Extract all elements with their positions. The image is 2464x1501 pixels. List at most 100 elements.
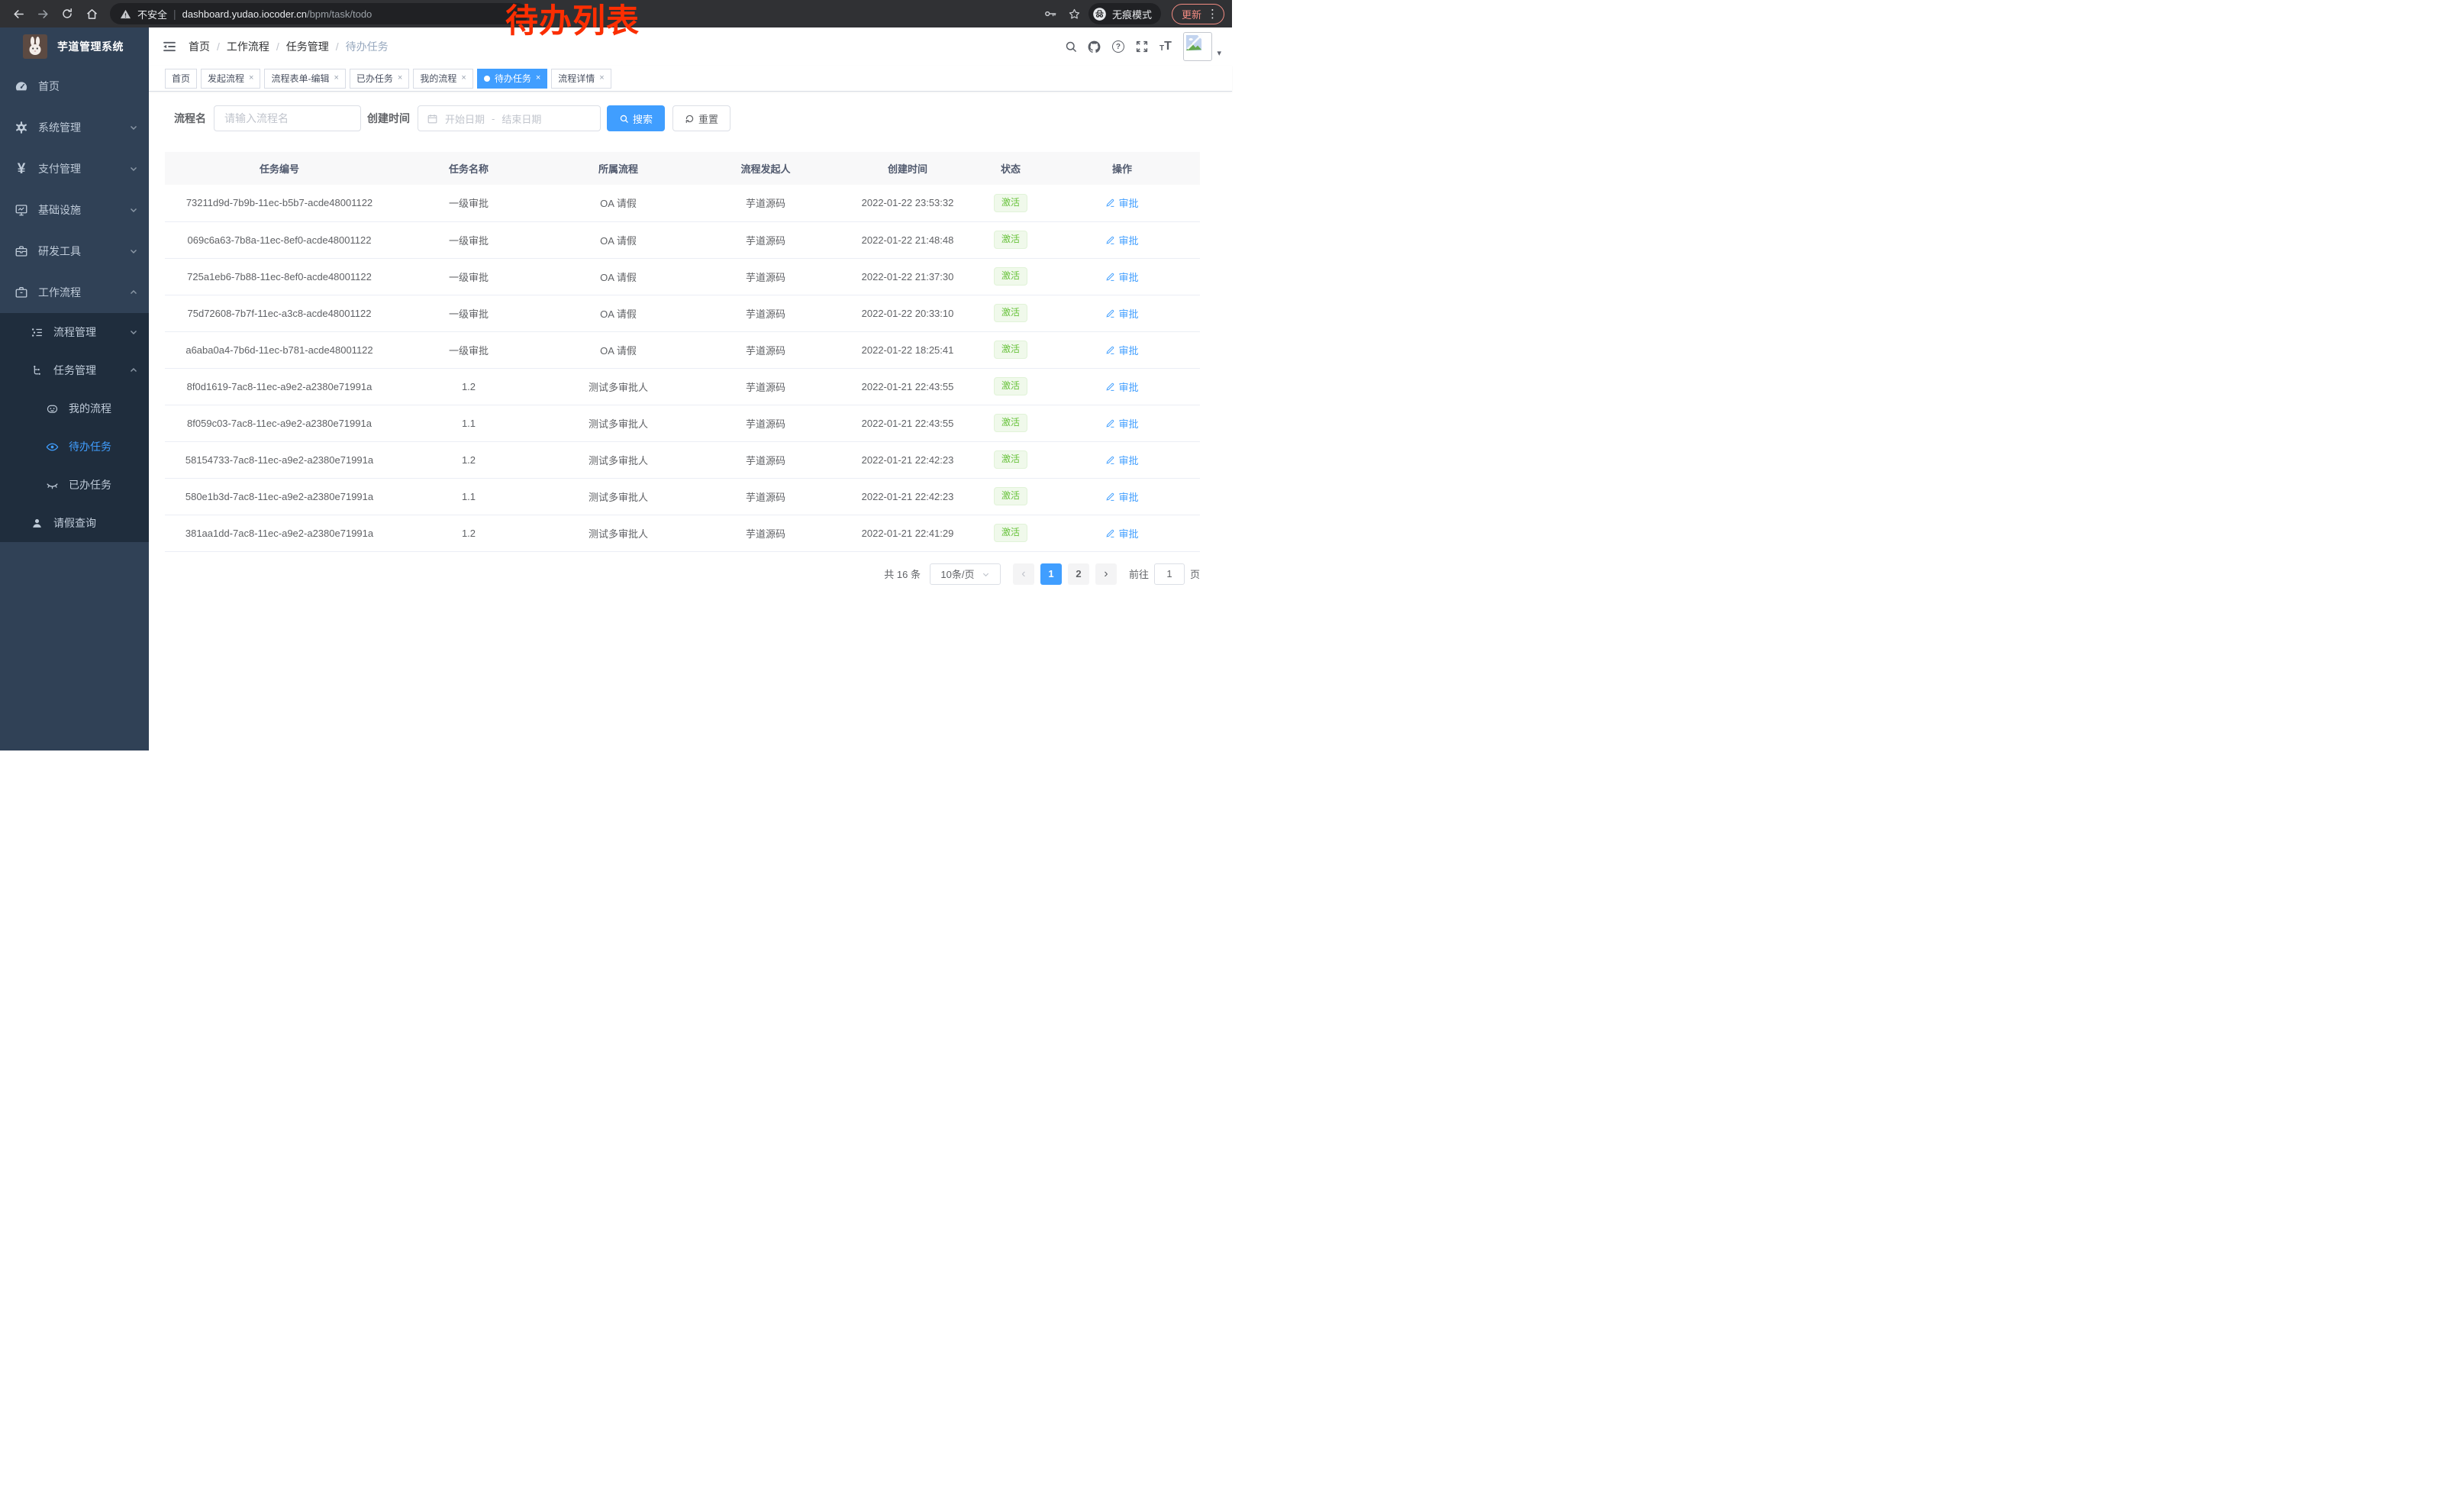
home-icon[interactable] bbox=[81, 4, 102, 24]
close-icon[interactable]: × bbox=[249, 74, 253, 82]
url-text[interactable]: dashboard.yudao.iocoder.cn/bpm/task/todo bbox=[182, 8, 373, 20]
chevron-down-icon bbox=[129, 123, 138, 132]
close-icon[interactable]: × bbox=[398, 74, 402, 82]
tab-todo-tasks[interactable]: 待办任务× bbox=[477, 69, 547, 89]
goto-page-input[interactable] bbox=[1154, 563, 1185, 585]
close-icon[interactable]: × bbox=[599, 74, 604, 82]
chevron-up-icon bbox=[129, 288, 138, 297]
breadcrumb-home[interactable]: 首页 bbox=[189, 39, 210, 54]
chevron-down-icon bbox=[982, 570, 990, 579]
page-2-button[interactable]: 2 bbox=[1068, 563, 1089, 585]
key-icon[interactable] bbox=[1040, 4, 1061, 24]
sidebar-item-label: 基础设施 bbox=[38, 202, 129, 218]
forward-icon[interactable] bbox=[32, 4, 53, 24]
sidebar-item-process-mgmt[interactable]: 流程管理 bbox=[0, 313, 149, 351]
start-date-placeholder: 开始日期 bbox=[445, 111, 485, 126]
table-row: 069c6a63-7b8a-11ec-8ef0-acde48001122一级审批… bbox=[165, 221, 1200, 258]
page-1-button[interactable]: 1 bbox=[1040, 563, 1062, 585]
update-button[interactable]: 更新 ⋮ bbox=[1172, 4, 1224, 24]
security-label[interactable]: 不安全 bbox=[137, 7, 167, 21]
sidebar-item-task-mgmt[interactable]: 任务管理 bbox=[0, 351, 149, 389]
table-row: 58154733-7ac8-11ec-a9e2-a2380e71991a1.2测… bbox=[165, 441, 1200, 478]
edit-icon bbox=[1105, 528, 1115, 538]
github-icon[interactable] bbox=[1082, 35, 1106, 59]
help-icon[interactable]: ? bbox=[1106, 35, 1130, 59]
approve-link[interactable]: 审批 bbox=[1105, 379, 1138, 394]
address-bar[interactable]: 不安全 | dashboard.yudao.iocoder.cn/bpm/tas… bbox=[110, 3, 528, 24]
date-range-picker[interactable]: 开始日期 - 结束日期 bbox=[418, 105, 601, 131]
app-shell: 芋道管理系统 首页 系统管理 ¥ 支付管理 基础设施 bbox=[0, 27, 1232, 750]
sidebar-item-leave-query[interactable]: 请假查询 bbox=[0, 504, 149, 542]
status-badge: 激活 bbox=[994, 231, 1027, 249]
tab-home[interactable]: 首页 bbox=[165, 69, 197, 89]
process-name-input[interactable] bbox=[214, 105, 361, 131]
table-row: a6aba0a4-7b6d-11ec-b781-acde48001122一级审批… bbox=[165, 331, 1200, 368]
page-unit-label: 页 bbox=[1190, 567, 1200, 581]
chevron-up-icon bbox=[129, 366, 138, 375]
approve-link[interactable]: 审批 bbox=[1105, 526, 1138, 541]
sidebar: 芋道管理系统 首页 系统管理 ¥ 支付管理 基础设施 bbox=[0, 27, 149, 750]
monitor-icon bbox=[12, 203, 31, 217]
avatar-caret-icon[interactable]: ▾ bbox=[1217, 48, 1221, 58]
next-page-button[interactable]: › bbox=[1095, 563, 1117, 585]
range-separator: - bbox=[492, 113, 495, 124]
close-icon[interactable]: × bbox=[334, 74, 338, 82]
approve-link[interactable]: 审批 bbox=[1105, 489, 1138, 504]
navbar-actions: ? TT ▾ bbox=[1059, 32, 1221, 61]
tab-my-process[interactable]: 我的流程× bbox=[413, 69, 472, 89]
col-create-time: 创建时间 bbox=[838, 152, 977, 185]
approve-link[interactable]: 审批 bbox=[1105, 453, 1138, 467]
url-domain: dashboard.yudao.iocoder.cn bbox=[182, 8, 307, 20]
bookmark-star-icon[interactable] bbox=[1064, 4, 1085, 24]
search-button[interactable]: 搜索 bbox=[607, 105, 665, 131]
sidebar-item-my-process[interactable]: 我的流程 bbox=[0, 389, 149, 428]
sidebar-item-workflow[interactable]: 工作流程 bbox=[0, 272, 149, 313]
search-icon[interactable] bbox=[1059, 35, 1082, 59]
logo-row[interactable]: 芋道管理系统 bbox=[0, 27, 149, 66]
font-size-icon[interactable]: TT bbox=[1153, 35, 1177, 59]
close-icon[interactable]: × bbox=[536, 74, 540, 82]
breadcrumb-task-mgmt[interactable]: 任务管理 bbox=[286, 39, 329, 54]
approve-link[interactable]: 审批 bbox=[1105, 343, 1138, 357]
reload-icon[interactable] bbox=[56, 4, 78, 24]
sidebar-item-todo-tasks[interactable]: 待办任务 bbox=[0, 428, 149, 466]
status-badge: 激活 bbox=[994, 304, 1027, 322]
calendar-icon bbox=[427, 113, 438, 124]
avatar[interactable] bbox=[1183, 32, 1212, 61]
prev-page-button[interactable]: ‹ bbox=[1013, 563, 1034, 585]
tab-start-process[interactable]: 发起流程× bbox=[201, 69, 260, 89]
fullscreen-icon[interactable] bbox=[1130, 35, 1153, 59]
hamburger-icon[interactable] bbox=[156, 34, 182, 60]
table-row: 73211d9d-7b9b-11ec-b5b7-acde48001122一级审批… bbox=[165, 185, 1200, 221]
status-badge: 激活 bbox=[994, 267, 1027, 286]
yen-icon: ¥ bbox=[12, 162, 31, 176]
col-task-name: 任务名称 bbox=[394, 152, 543, 185]
approve-link[interactable]: 审批 bbox=[1105, 233, 1138, 247]
page-size-select[interactable]: 10条/页 bbox=[930, 563, 1001, 585]
browser-menu-icon[interactable]: ⋮ bbox=[1207, 8, 1218, 20]
sidebar-item-devtools[interactable]: 研发工具 bbox=[0, 231, 149, 272]
security-warning-icon[interactable] bbox=[120, 8, 131, 20]
table-row: 381aa1dd-7ac8-11ec-a9e2-a2380e71991a1.2测… bbox=[165, 515, 1200, 551]
sidebar-item-home[interactable]: 首页 bbox=[0, 66, 149, 107]
reset-button[interactable]: 重置 bbox=[672, 105, 730, 131]
tab-done-tasks[interactable]: 已办任务× bbox=[350, 69, 409, 89]
approve-link[interactable]: 审批 bbox=[1105, 270, 1138, 284]
sidebar-item-payment[interactable]: ¥ 支付管理 bbox=[0, 148, 149, 189]
breadcrumb-workflow[interactable]: 工作流程 bbox=[227, 39, 269, 54]
approve-link[interactable]: 审批 bbox=[1105, 306, 1138, 321]
close-icon[interactable]: × bbox=[461, 74, 466, 82]
sidebar-item-done-tasks[interactable]: 已办任务 bbox=[0, 466, 149, 504]
approve-link[interactable]: 审批 bbox=[1105, 416, 1138, 431]
sidebar-item-system[interactable]: 系统管理 bbox=[0, 107, 149, 148]
tab-process-detail[interactable]: 流程详情× bbox=[551, 69, 611, 89]
dashboard-icon bbox=[12, 79, 31, 93]
sidebar-item-label: 支付管理 bbox=[38, 161, 129, 176]
chevron-down-icon bbox=[129, 205, 138, 215]
tab-form-edit[interactable]: 流程表单-编辑× bbox=[264, 69, 345, 89]
table-row: 75d72608-7b7f-11ec-a3c8-acde48001122一级审批… bbox=[165, 295, 1200, 331]
eye-closed-icon bbox=[43, 479, 61, 492]
approve-link[interactable]: 审批 bbox=[1105, 195, 1138, 210]
back-icon[interactable] bbox=[8, 4, 29, 24]
sidebar-item-infra[interactable]: 基础设施 bbox=[0, 189, 149, 231]
